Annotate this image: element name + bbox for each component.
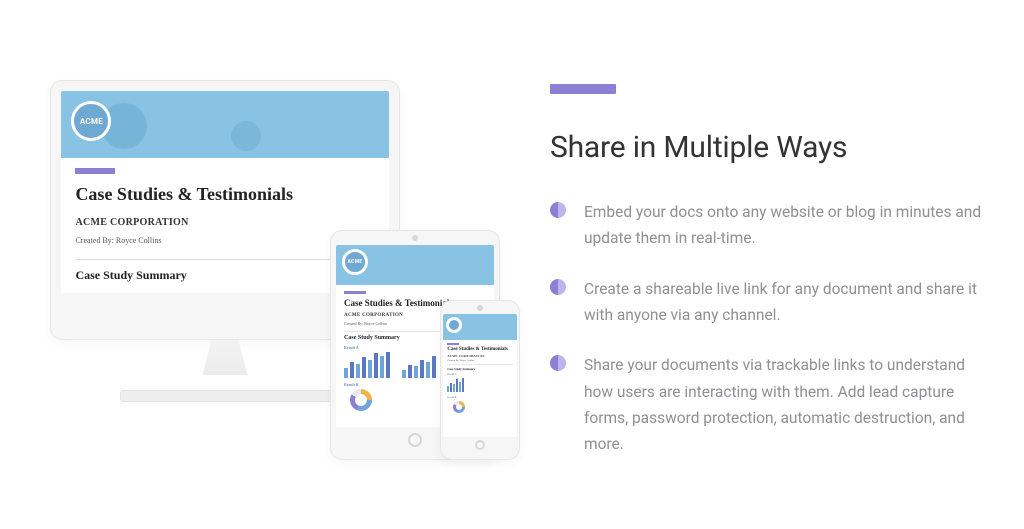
bullet-icon bbox=[550, 355, 566, 371]
feature-text: Embed your docs onto any website or blog… bbox=[584, 199, 994, 252]
feature-text: Create a shareable live link for any doc… bbox=[584, 276, 994, 329]
result-label: Result A bbox=[447, 373, 512, 376]
doc-header-strip bbox=[443, 314, 516, 340]
feature-item: Share your documents via trackable links… bbox=[550, 352, 994, 457]
doc-section-heading: Case Study Summary bbox=[447, 364, 512, 371]
camera-icon bbox=[412, 235, 418, 241]
monitor-stand bbox=[180, 340, 270, 390]
feature-item: Embed your docs onto any website or blog… bbox=[550, 199, 994, 252]
phone-screen: Case Studies & Testimonials ACME CORPORA… bbox=[443, 314, 516, 437]
bar-chart-icon bbox=[344, 352, 390, 378]
doc-meta: Created By: Royce Collins bbox=[447, 359, 512, 362]
monitor-base bbox=[120, 390, 340, 402]
home-button-icon bbox=[475, 440, 485, 450]
home-button-icon bbox=[408, 433, 422, 447]
bar-chart-icon bbox=[402, 352, 436, 378]
doc-title: Case Studies & Testimonials bbox=[447, 347, 512, 352]
result-label: Result B bbox=[447, 396, 512, 399]
doc-subtitle: ACME CORPORATION bbox=[75, 217, 374, 228]
bullet-icon bbox=[550, 279, 566, 295]
bar-chart-icon bbox=[447, 378, 464, 392]
bullet-icon bbox=[550, 202, 566, 218]
accent-bar bbox=[447, 343, 459, 345]
donut-chart-icon bbox=[453, 401, 465, 413]
acme-logo-icon: ACME bbox=[71, 101, 111, 141]
device-mockups: ACME Case Studies & Testimonials ACME CO… bbox=[30, 50, 510, 480]
accent-bar bbox=[344, 291, 366, 294]
camera-icon bbox=[477, 305, 483, 311]
accent-bar bbox=[75, 168, 115, 174]
acme-logo-icon bbox=[446, 317, 462, 333]
marketing-copy: Share in Multiple Ways Embed your docs o… bbox=[510, 50, 994, 482]
section-heading: Share in Multiple Ways bbox=[550, 130, 994, 165]
feature-item: Create a shareable live link for any doc… bbox=[550, 276, 994, 329]
device-phone: Case Studies & Testimonials ACME CORPORA… bbox=[440, 300, 520, 460]
doc-header-strip: ACME bbox=[336, 245, 494, 285]
doc-subtitle: ACME CORPORATION bbox=[447, 354, 512, 358]
doc-header-strip: ACME bbox=[61, 91, 388, 157]
feature-list: Embed your docs onto any website or blog… bbox=[550, 199, 994, 458]
feature-text: Share your documents via trackable links… bbox=[584, 352, 994, 457]
acme-logo-icon: ACME bbox=[342, 249, 368, 275]
accent-pill bbox=[550, 84, 616, 94]
donut-chart-icon bbox=[350, 389, 372, 411]
doc-title: Case Studies & Testimonials bbox=[75, 184, 374, 205]
